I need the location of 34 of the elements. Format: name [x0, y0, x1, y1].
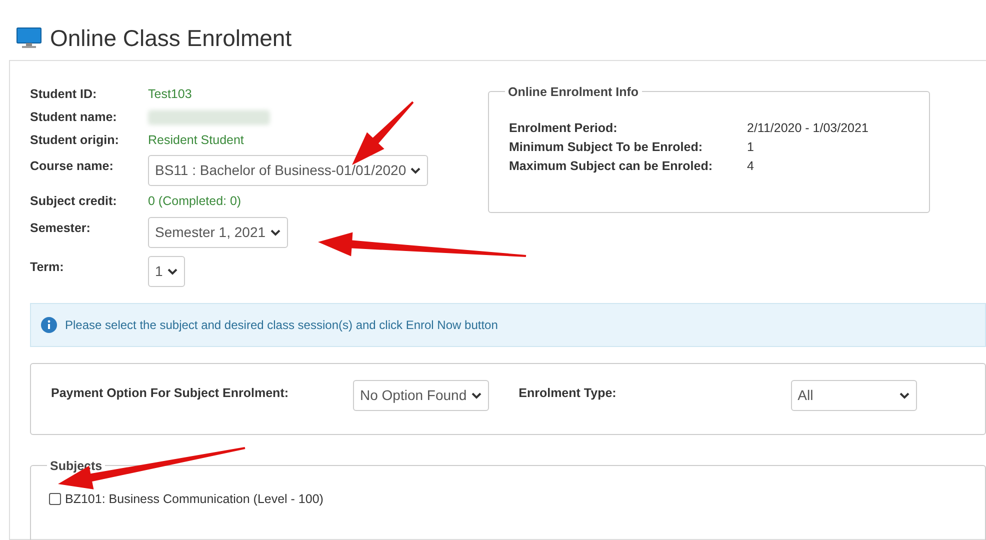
field-label: Subject credit:: [30, 193, 118, 210]
field-label: Student origin:: [30, 132, 120, 149]
info-label: Maximum Subject can be Enroled:: [509, 158, 714, 175]
info-label: Minimum Subject To be Enroled:: [509, 138, 704, 156]
chevron-icon: [410, 166, 422, 175]
field-label: Enrolment Type:: [518, 385, 618, 402]
field-label: Student name:: [30, 108, 118, 126]
field-value: Resident Student: [148, 132, 244, 148]
info-value: 1: [747, 138, 754, 156]
field-value: Test103: [148, 86, 192, 103]
chevron-icon: [270, 228, 281, 236]
chevron-icon: [898, 392, 910, 400]
field-label: Student ID:: [30, 86, 98, 103]
dropdown[interactable]: All: [790, 380, 917, 411]
dropdown[interactable]: No Option Found: [353, 380, 489, 411]
dropdown[interactable]: BS11 : Bachelor of Business-01/01/2020: [148, 155, 428, 186]
page-title: Online Class Enrolment: [50, 24, 292, 53]
annotation-arrow: [352, 101, 414, 165]
info-value: 2/11/2020 - 1/03/2021: [747, 120, 868, 137]
info-icon: [41, 317, 57, 333]
field-label: Payment Option For Subject Enrolment:: [51, 385, 290, 402]
info-value: 4: [747, 158, 754, 174]
monitor-icon: [16, 27, 42, 49]
field-label: Semester:: [30, 220, 92, 237]
chevron-icon: [470, 392, 482, 400]
dropdown[interactable]: Semester 1, 2021: [148, 217, 288, 248]
alert-text: Please select the subject and desired class session(s) and click Enrol Now button: [65, 317, 498, 334]
info-label: Enrolment Period:: [509, 120, 618, 137]
subject-checkbox[interactable]: BZ101: Business Communication (Level - 100): [49, 490, 967, 509]
dropdown[interactable]: 1: [148, 256, 185, 287]
field-value: 0 (Completed: 0): [148, 193, 242, 210]
field-label: Term:: [30, 259, 65, 276]
chevron-icon: [166, 268, 178, 276]
field-label: Course name:: [30, 158, 114, 176]
